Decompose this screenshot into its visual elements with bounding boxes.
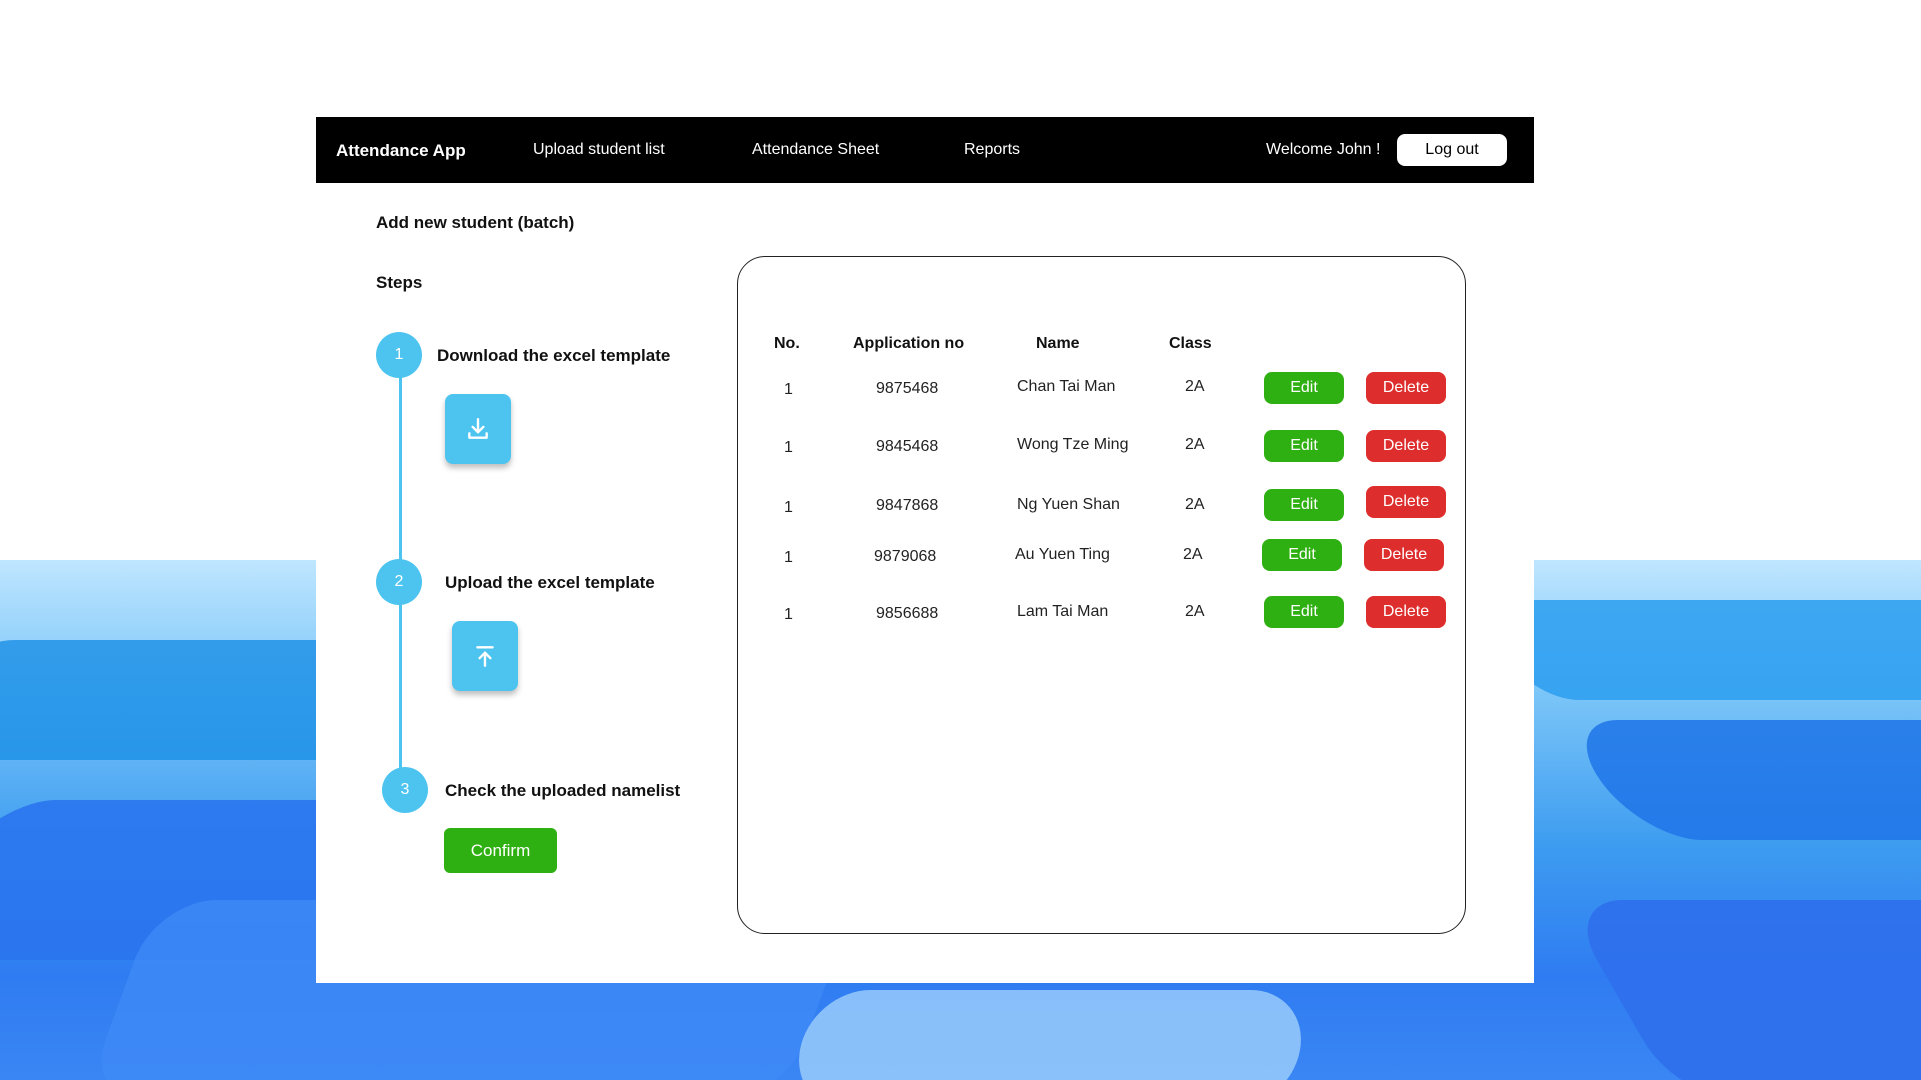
cell-class: 2A — [1185, 603, 1205, 620]
edit-button[interactable]: Edit — [1264, 596, 1344, 628]
confirm-button[interactable]: Confirm — [444, 828, 557, 873]
background-shape — [789, 990, 1311, 1080]
column-header-application-no: Application no — [853, 335, 965, 352]
upload-template-button[interactable] — [452, 621, 518, 691]
nav-upload-student-list[interactable]: Upload student list — [533, 141, 665, 159]
cell-application-no: 9879068 — [874, 548, 937, 565]
delete-button[interactable]: Delete — [1366, 596, 1446, 628]
edit-button[interactable]: Edit — [1264, 430, 1344, 462]
step-number-2: 2 — [376, 559, 422, 605]
cell-name: Wong Tze Ming — [1017, 436, 1129, 453]
step-label-check: Check the uploaded namelist — [445, 781, 681, 800]
step-label-upload: Upload the excel template — [445, 573, 655, 592]
cell-class: 2A — [1185, 436, 1205, 453]
step-number-3: 3 — [382, 767, 428, 813]
cell-no: 1 — [784, 381, 793, 398]
student-table-panel: No. Application no Name Class 1 9875468 … — [737, 256, 1466, 934]
step-label-download: Download the excel template — [437, 346, 671, 365]
column-header-no: No. — [774, 335, 800, 352]
edit-button[interactable]: Edit — [1262, 539, 1342, 571]
delete-button[interactable]: Delete — [1366, 372, 1446, 404]
navbar: Attendance App Upload student list Atten… — [316, 117, 1534, 183]
cell-no: 1 — [784, 549, 793, 566]
cell-class: 2A — [1185, 378, 1205, 395]
cell-name: Ng Yuen Shan — [1017, 496, 1120, 513]
app-window: Attendance App Upload student list Atten… — [316, 117, 1534, 983]
cell-name: Au Yuen Ting — [1015, 546, 1110, 563]
cell-class: 2A — [1185, 496, 1205, 513]
download-template-button[interactable] — [445, 394, 511, 464]
nav-reports[interactable]: Reports — [964, 141, 1020, 159]
step-number-1: 1 — [376, 332, 422, 378]
welcome-text: Welcome John ! — [1266, 141, 1381, 158]
cell-name: Chan Tai Man — [1017, 378, 1116, 395]
delete-button[interactable]: Delete — [1366, 486, 1446, 518]
cell-class: 2A — [1183, 546, 1203, 563]
page-title: Add new student (batch) — [376, 213, 575, 232]
upload-icon — [476, 646, 494, 667]
cell-name: Lam Tai Man — [1017, 603, 1109, 620]
cell-application-no: 9875468 — [876, 380, 939, 397]
app-brand[interactable]: Attendance App — [336, 141, 466, 161]
cell-application-no: 9847868 — [876, 497, 939, 514]
column-header-class: Class — [1169, 335, 1212, 352]
download-icon — [468, 418, 488, 439]
logout-button[interactable]: Log out — [1397, 134, 1507, 166]
column-header-name: Name — [1036, 335, 1080, 352]
delete-button[interactable]: Delete — [1366, 430, 1446, 462]
cell-application-no: 9845468 — [876, 438, 939, 455]
edit-button[interactable]: Edit — [1264, 372, 1344, 404]
cell-no: 1 — [784, 499, 793, 516]
nav-attendance-sheet[interactable]: Attendance Sheet — [752, 141, 879, 159]
background-shape — [1471, 600, 1921, 700]
delete-button[interactable]: Delete — [1364, 539, 1444, 571]
cell-application-no: 9856688 — [876, 605, 939, 622]
steps-title: Steps — [376, 273, 423, 292]
cell-no: 1 — [784, 606, 793, 623]
cell-no: 1 — [784, 439, 793, 456]
edit-button[interactable]: Edit — [1264, 489, 1344, 521]
